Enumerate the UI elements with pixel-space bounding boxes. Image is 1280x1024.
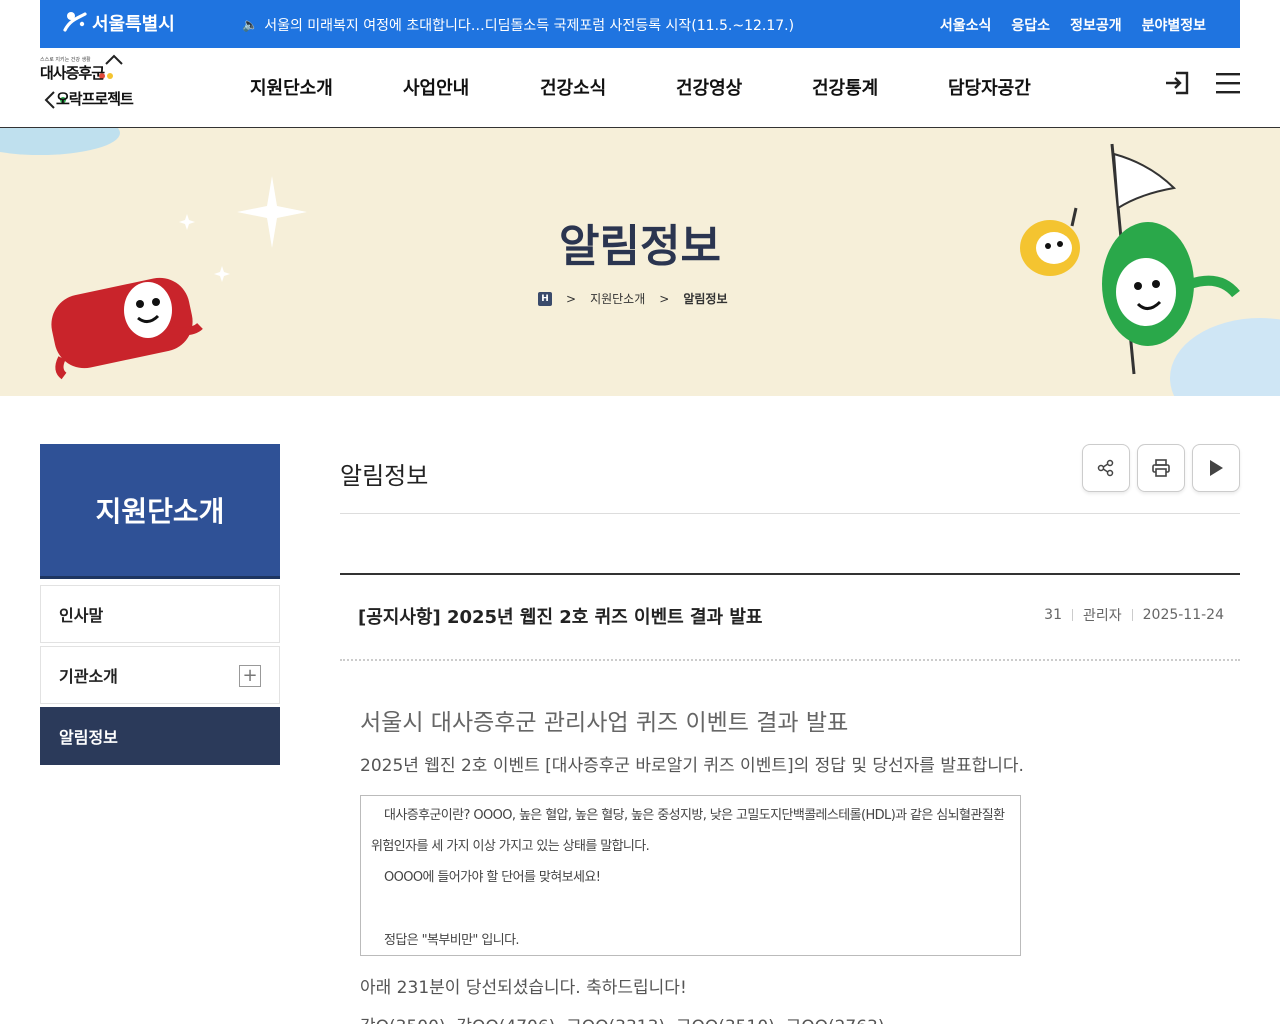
top-link-field-info[interactable]: 분야별정보 xyxy=(1142,15,1206,35)
meta-separator xyxy=(1071,609,1073,621)
board-top-border xyxy=(340,573,1240,575)
main-nav: 지원단소개 사업안내 건강소식 건강영상 건강통계 담당자공간 xyxy=(250,74,1031,100)
post-views: 31 xyxy=(1044,607,1062,623)
nav-item-health-video[interactable]: 건강영상 xyxy=(676,74,812,100)
post-body-intro: 2025년 웹진 2호 이벤트 [대사증후군 바로알기 퀴즈 이벤트]의 정답 … xyxy=(360,756,1024,776)
sidebar-item-org-intro[interactable]: 기관소개 + xyxy=(40,646,280,704)
page-banner: 알림정보 H > 지원단소개 > 알림정보 xyxy=(0,128,1280,396)
nav-item-about[interactable]: 지원단소개 xyxy=(250,74,403,100)
login-icon[interactable] xyxy=(1164,70,1190,96)
meta-separator xyxy=(1131,609,1133,621)
post-date: 2025-11-24 xyxy=(1142,607,1224,623)
page-title: 알림정보 xyxy=(559,221,721,272)
quiz-box: 대사증후군이란? OOOO, 높은 혈압, 높은 혈당, 높은 중성지방, 낮은… xyxy=(360,795,1021,956)
top-link-eungdapso[interactable]: 응답소 xyxy=(1011,15,1050,35)
post-header-divider xyxy=(340,659,1240,661)
top-link-seoul-news[interactable]: 서울소식 xyxy=(940,15,992,35)
nav-item-staff-space[interactable]: 담당자공간 xyxy=(948,74,1031,100)
divider xyxy=(340,513,1240,514)
content-title: 알림정보 xyxy=(340,462,429,490)
logo-line-2: 오락프로젝트 xyxy=(56,90,134,108)
post-body-heading: 서울시 대사증후군 관리사업 퀴즈 이벤트 결과 발표 xyxy=(360,710,849,736)
speaker-icon: 🔈 xyxy=(242,17,259,33)
chevron-right-icon: > xyxy=(566,291,577,306)
header-icons xyxy=(1164,70,1240,96)
quiz-line-3: OOOO에 들어가야 할 단어를 맞혀보세요! xyxy=(384,870,601,885)
sidebar-item-notice-info[interactable]: 알림정보 xyxy=(40,707,280,765)
menu-icon[interactable] xyxy=(1216,71,1240,95)
site-header: 스스로 지키는 건강 생활 대사증후군 오락프로젝트 지원단소개 사업안내 건강… xyxy=(0,48,1280,128)
nav-item-health-stats[interactable]: 건강통계 xyxy=(812,74,948,100)
expand-plus-icon[interactable]: + xyxy=(239,665,261,687)
home-icon[interactable]: H xyxy=(538,291,552,306)
print-icon xyxy=(1152,459,1170,477)
play-button[interactable] xyxy=(1192,444,1240,492)
sidebar-item-label: 인사말 xyxy=(59,606,104,625)
site-logo[interactable]: 스스로 지키는 건강 생활 대사증후군 오락프로젝트 xyxy=(38,54,138,118)
nav-item-health-news[interactable]: 건강소식 xyxy=(540,74,676,100)
top-links: 서울소식 응답소 정보공개 분야별정보 xyxy=(940,15,1206,35)
nav-item-business[interactable]: 사업안내 xyxy=(403,74,540,100)
breadcrumb: H > 지원단소개 > 알림정보 xyxy=(538,290,728,307)
play-icon xyxy=(1210,460,1223,476)
print-button[interactable] xyxy=(1137,444,1185,492)
share-button[interactable] xyxy=(1082,444,1130,492)
winners-announcement: 아래 231분이 당선되셨습니다. 축하드립니다! xyxy=(360,978,687,998)
post-author: 관리자 xyxy=(1082,608,1122,624)
chevron-right-icon: > xyxy=(659,291,670,306)
winners-list: 강O(3500), 강OO(4706), 고OO(3313), 고OO(3510… xyxy=(360,1012,885,1024)
sidebar-item-label: 알림정보 xyxy=(59,728,118,747)
seoul-logo[interactable]: 서울특별시 xyxy=(62,10,175,36)
top-bar: 서울특별시 🔈 서울의 미래복지 여정에 초대합니다…디딤돌소득 국제포럼 사전… xyxy=(40,0,1240,48)
top-link-info-disclosure[interactable]: 정보공개 xyxy=(1070,15,1122,35)
sidebar-title: 지원단소개 xyxy=(40,444,280,579)
seoul-logo-text: 서울특별시 xyxy=(92,14,175,35)
sidebar-item-label: 기관소개 xyxy=(59,667,118,686)
quiz-line-2: 위험인자를 세 가지 이상 가지고 있는 상태를 말합니다. xyxy=(371,839,650,854)
breadcrumb-item-current: 알림정보 xyxy=(683,292,728,306)
sidebar-item-greeting[interactable]: 인사말 xyxy=(40,585,280,643)
notice-ticker[interactable]: 🔈 서울의 미래복지 여정에 초대합니다…디딤돌소득 국제포럼 사전등록 시작(… xyxy=(242,15,794,35)
share-icon xyxy=(1097,459,1114,477)
notice-text[interactable]: 서울의 미래복지 여정에 초대합니다…디딤돌소득 국제포럼 사전등록 시작(11… xyxy=(264,15,794,35)
post-title: [공지사항] 2025년 웹진 2호 퀴즈 이벤트 결과 발표 xyxy=(358,607,763,628)
quiz-line-1: 대사증후군이란? OOOO, 높은 혈압, 높은 혈당, 높은 중성지방, 낮은… xyxy=(384,808,1005,823)
breadcrumb-item-about[interactable]: 지원단소개 xyxy=(590,290,645,307)
logo-line-1: 대사증후군 xyxy=(40,64,105,82)
seoul-logo-icon xyxy=(63,12,87,32)
red-character xyxy=(51,277,203,380)
quiz-answer: 정답은 "복부비만" 입니다. xyxy=(384,933,520,948)
post-meta: 31 관리자 2025-11-24 xyxy=(1044,605,1224,625)
